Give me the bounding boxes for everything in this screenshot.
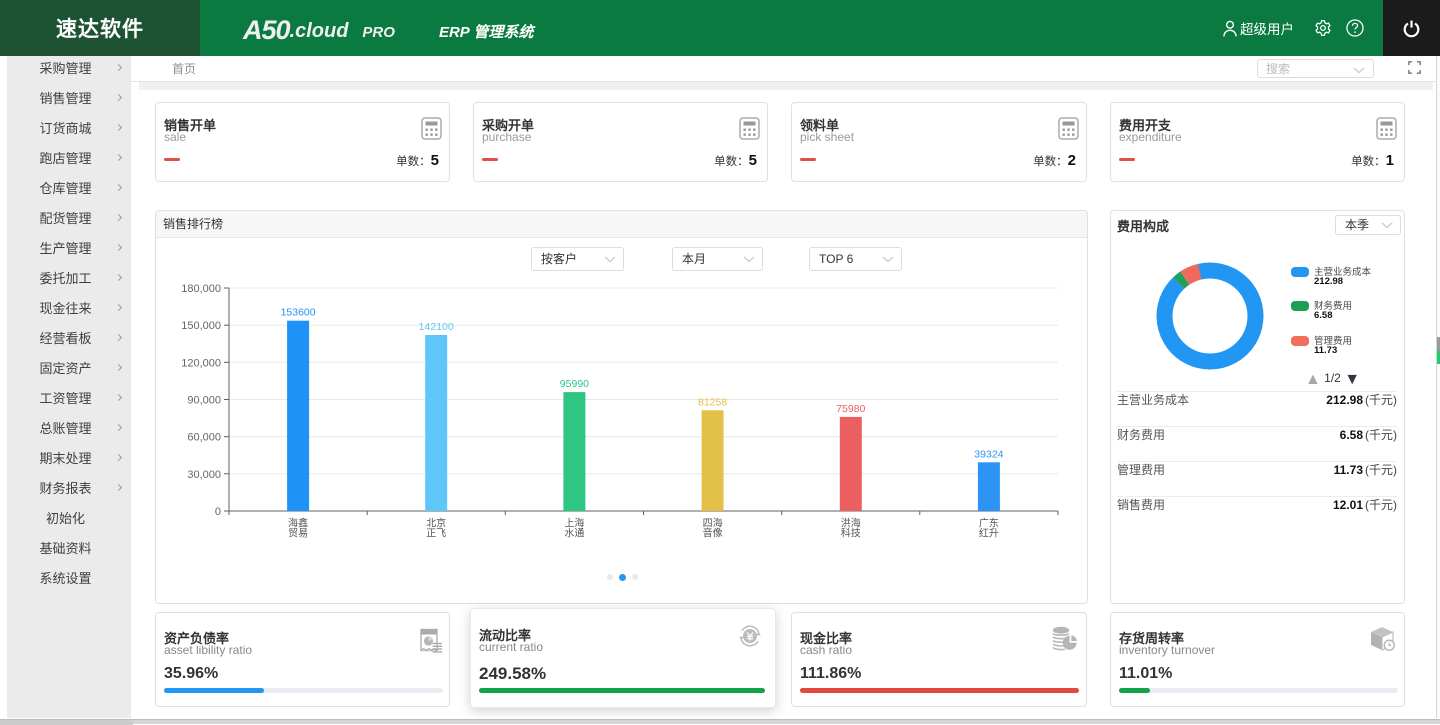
svg-text:30,000: 30,000 (187, 469, 221, 481)
svg-text:39324: 39324 (974, 448, 1003, 460)
svg-text:120,000: 120,000 (181, 357, 221, 369)
svg-text:正飞: 正飞 (426, 529, 446, 540)
svg-text:60,000: 60,000 (187, 432, 221, 444)
svg-text:水通: 水通 (564, 528, 584, 540)
svg-text:0: 0 (215, 506, 221, 518)
svg-text:红升: 红升 (979, 527, 999, 540)
svg-text:音像: 音像 (703, 527, 723, 540)
svg-text:科技: 科技 (841, 527, 861, 540)
svg-text:180,000: 180,000 (181, 283, 221, 295)
svg-text:153600: 153600 (281, 307, 316, 319)
svg-text:90,000: 90,000 (187, 395, 221, 407)
svg-text:贸易: 贸易 (288, 528, 308, 540)
svg-text:75980: 75980 (836, 403, 865, 415)
svg-text:95990: 95990 (560, 378, 589, 390)
svg-text:142100: 142100 (419, 321, 454, 333)
svg-text:150,000: 150,000 (181, 320, 221, 332)
svg-text:81258: 81258 (698, 396, 727, 408)
